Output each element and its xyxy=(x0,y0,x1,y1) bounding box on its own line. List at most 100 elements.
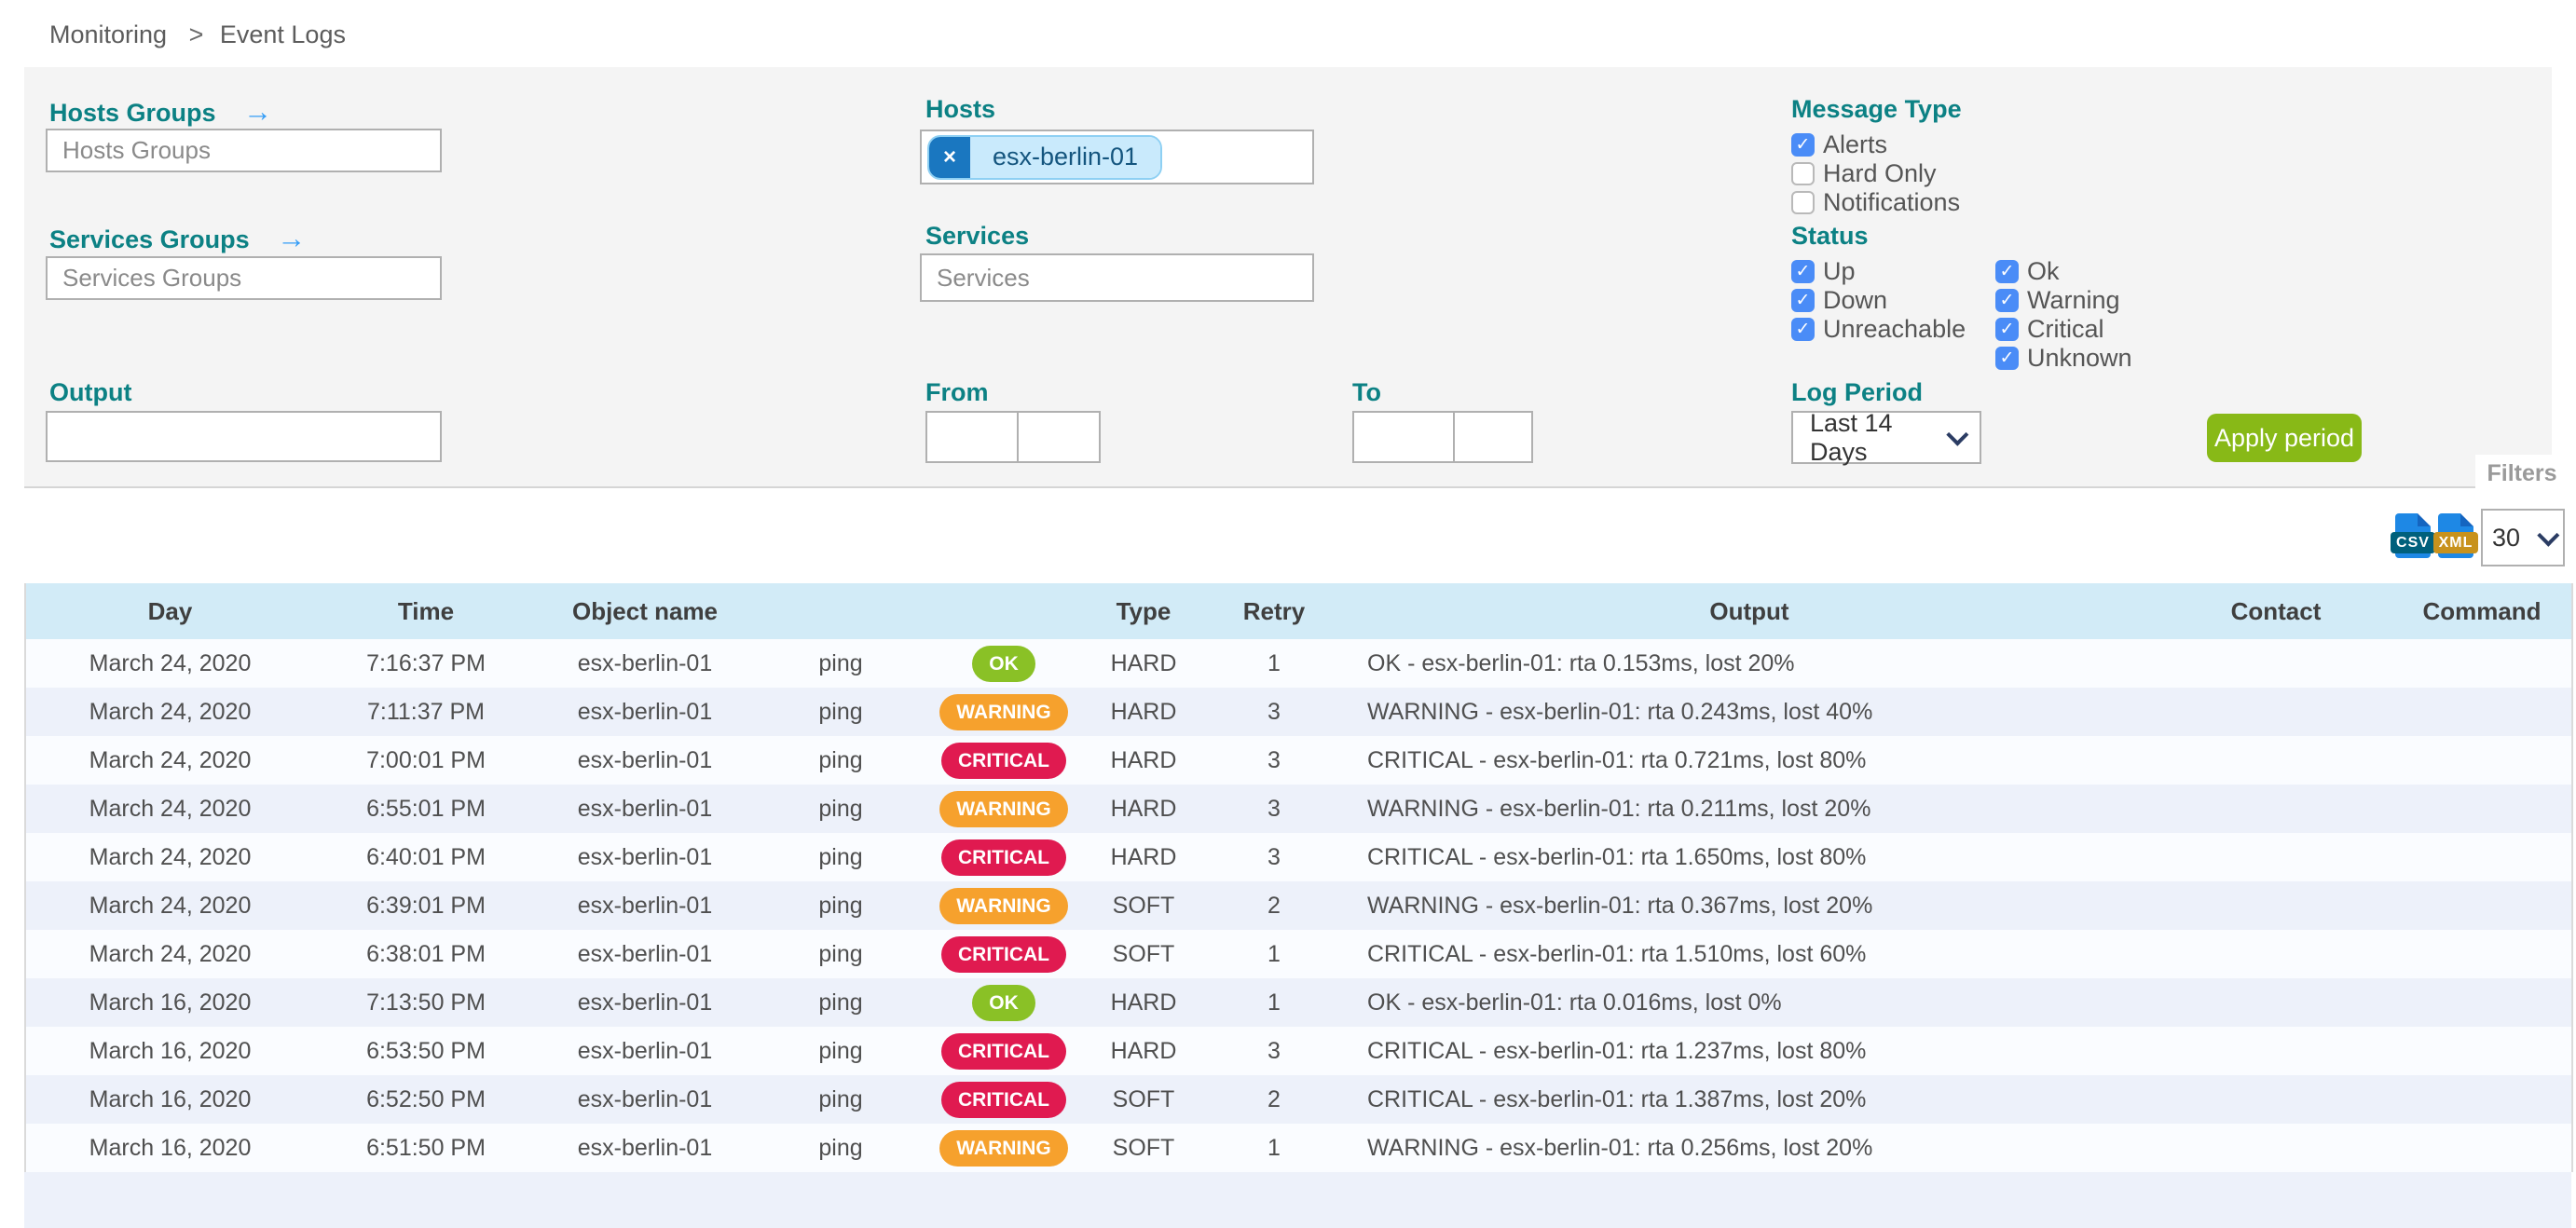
checked-checkbox-icon[interactable]: ✓ xyxy=(1995,289,2019,312)
checkbox-label: Unknown xyxy=(2027,344,2132,373)
unchecked-checkbox-icon[interactable] xyxy=(1791,162,1815,185)
breadcrumb-item-monitoring[interactable]: Monitoring xyxy=(49,20,167,48)
breadcrumb: Monitoring > Event Logs xyxy=(49,20,355,49)
checkbox-ok[interactable]: ✓ Ok xyxy=(1995,257,2132,286)
checkbox-label: Hard Only xyxy=(1823,159,1937,188)
cell-status: OK xyxy=(929,639,1078,688)
cell-time: 6:53:50 PM xyxy=(314,1027,538,1075)
checkbox-notifications[interactable]: Notifications xyxy=(1791,188,1960,217)
column-header xyxy=(929,583,1078,639)
cell-status: OK xyxy=(929,978,1078,1027)
checkbox-unknown[interactable]: ✓ Unknown xyxy=(1995,344,2132,373)
column-header-retry: Retry xyxy=(1209,583,1339,639)
event-row: March 24, 20207:16:37 PMesx-berlin-01pin… xyxy=(25,639,2572,688)
services-groups-input[interactable] xyxy=(46,256,442,300)
cell-time: 6:51:50 PM xyxy=(314,1124,538,1172)
hosts-groups-arrow-icon[interactable]: → xyxy=(243,95,272,128)
checked-checkbox-icon[interactable]: ✓ xyxy=(1791,318,1815,341)
column-header-object-name: Object name xyxy=(538,583,752,639)
log-period-label: Log Period xyxy=(1791,378,1923,407)
status-badge: CRITICAL xyxy=(941,743,1066,779)
cell-command xyxy=(2392,639,2572,688)
checkbox-label: Alerts xyxy=(1823,130,1887,159)
checked-checkbox-icon[interactable]: ✓ xyxy=(1995,318,2019,341)
cell-command xyxy=(2392,688,2572,736)
services-input[interactable] xyxy=(920,253,1314,302)
hosts-input[interactable]: × esx-berlin-01 xyxy=(920,130,1314,184)
checkbox-warning[interactable]: ✓Warning xyxy=(1995,286,2132,315)
checkbox-alerts[interactable]: ✓ Alerts xyxy=(1791,130,1960,159)
cell-type: HARD xyxy=(1078,833,1209,881)
cell-type: HARD xyxy=(1078,639,1209,688)
output-input[interactable] xyxy=(46,411,442,462)
unchecked-checkbox-icon[interactable] xyxy=(1791,191,1815,214)
cell-service: ping xyxy=(752,1075,929,1124)
filter-panel: Hosts Groups → Hosts × esx-berlin-01 Mes… xyxy=(24,67,2552,488)
cell-day: March 24, 2020 xyxy=(25,881,314,930)
cell-service: ping xyxy=(752,1124,929,1172)
cell-command xyxy=(2392,1124,2572,1172)
services-groups-arrow-icon[interactable]: → xyxy=(277,222,306,254)
cell-contact xyxy=(2159,930,2392,978)
status-badge: WARNING xyxy=(939,888,1068,924)
chip-remove-button[interactable]: × xyxy=(929,137,970,178)
from-date-input[interactable] xyxy=(925,411,1019,463)
apply-period-button[interactable]: Apply period xyxy=(2207,414,2362,462)
table-header-row: DayTimeObject nameTypeRetryOutputContact… xyxy=(25,583,2572,639)
page-size-select[interactable]: 30 xyxy=(2481,509,2565,566)
cell-object-name: esx-berlin-01 xyxy=(538,833,752,881)
checkbox-unreachable[interactable]: ✓Unreachable xyxy=(1791,315,1966,344)
cell-command xyxy=(2392,833,2572,881)
export-xml-icon[interactable]: XML xyxy=(2438,513,2473,558)
checked-checkbox-icon[interactable]: ✓ xyxy=(1791,133,1815,157)
status-label: Status xyxy=(1791,222,1869,251)
hosts-groups-input[interactable] xyxy=(46,129,442,172)
status-badge: CRITICAL xyxy=(941,1082,1066,1118)
checked-checkbox-icon[interactable]: ✓ xyxy=(1995,347,2019,370)
cell-status: WARNING xyxy=(929,785,1078,833)
chevron-down-icon xyxy=(2537,524,2559,546)
cell-contact xyxy=(2159,688,2392,736)
cell-time: 6:52:50 PM xyxy=(314,1075,538,1124)
cell-output: WARNING - esx-berlin-01: rta 0.367ms, lo… xyxy=(1339,881,2159,930)
export-csv-icon[interactable]: CSV xyxy=(2395,513,2431,558)
checkbox-down[interactable]: ✓Down xyxy=(1791,286,1966,315)
checkbox-label: Ok xyxy=(2027,257,2060,286)
cell-service: ping xyxy=(752,785,929,833)
cell-day: March 16, 2020 xyxy=(25,1027,314,1075)
checked-checkbox-icon[interactable]: ✓ xyxy=(1791,289,1815,312)
cell-retry: 1 xyxy=(1209,930,1339,978)
host-chip: × esx-berlin-01 xyxy=(927,135,1162,180)
cell-status: CRITICAL xyxy=(929,930,1078,978)
checked-checkbox-icon[interactable]: ✓ xyxy=(1995,260,2019,283)
hosts-label: Hosts xyxy=(925,95,995,124)
from-time-input[interactable] xyxy=(1017,411,1101,463)
cell-type: HARD xyxy=(1078,736,1209,785)
from-label: From xyxy=(925,378,989,407)
cell-output: CRITICAL - esx-berlin-01: rta 1.237ms, l… xyxy=(1339,1027,2159,1075)
cell-service: ping xyxy=(752,881,929,930)
cell-type: HARD xyxy=(1078,785,1209,833)
cell-type: HARD xyxy=(1078,688,1209,736)
column-header-contact: Contact xyxy=(2159,583,2392,639)
log-period-select[interactable]: Last 14 Days xyxy=(1791,411,1981,464)
cell-type: SOFT xyxy=(1078,930,1209,978)
event-row: March 24, 20206:39:01 PMesx-berlin-01pin… xyxy=(25,881,2572,930)
cell-retry: 1 xyxy=(1209,639,1339,688)
to-time-input[interactable] xyxy=(1453,411,1533,463)
checkbox-hard-only[interactable]: Hard Only xyxy=(1791,159,1960,188)
cell-object-name: esx-berlin-01 xyxy=(538,881,752,930)
breadcrumb-separator: > xyxy=(189,20,204,48)
cell-object-name: esx-berlin-01 xyxy=(538,1075,752,1124)
cell-retry: 3 xyxy=(1209,785,1339,833)
checkbox-critical[interactable]: ✓Critical xyxy=(1995,315,2132,344)
cell-day: March 24, 2020 xyxy=(25,785,314,833)
cell-output: WARNING - esx-berlin-01: rta 0.256ms, lo… xyxy=(1339,1124,2159,1172)
filters-tab[interactable]: Filters xyxy=(2475,455,2569,492)
output-label: Output xyxy=(49,378,131,407)
checkbox-up[interactable]: ✓Up xyxy=(1791,257,1966,286)
checked-checkbox-icon[interactable]: ✓ xyxy=(1791,260,1815,283)
to-date-input[interactable] xyxy=(1352,411,1455,463)
status-badge: WARNING xyxy=(939,791,1068,827)
cell-output: CRITICAL - esx-berlin-01: rta 1.650ms, l… xyxy=(1339,833,2159,881)
